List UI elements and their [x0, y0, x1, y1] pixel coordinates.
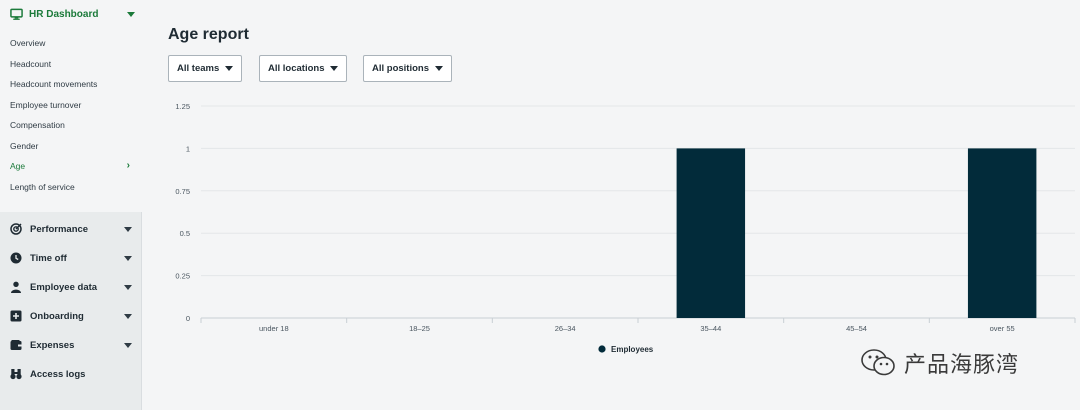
- y-tick-label: 0.5: [180, 229, 190, 238]
- y-tick-label: 1: [186, 144, 190, 153]
- x-axis: under 18 18–25 26–34 35–44 45–54 over 55: [200, 318, 1076, 333]
- x-tick-label: 35–44: [700, 324, 721, 333]
- watermark-text: 产品海豚湾: [904, 353, 1020, 378]
- x-tick-label: 45–54: [846, 324, 867, 333]
- y-tick-label: 0.75: [175, 187, 190, 196]
- x-tick-label: 18–25: [409, 324, 430, 333]
- chart-legend: Employees: [598, 345, 654, 354]
- bar-4: [676, 148, 746, 318]
- watermark: 产品海豚湾: [860, 345, 1060, 381]
- bar-6: [967, 148, 1037, 318]
- x-tick-label: under 18: [259, 324, 289, 333]
- wechat-icon: [861, 349, 895, 376]
- y-tick-label: 0.25: [175, 272, 190, 281]
- y-tick-label: 1.25: [175, 102, 190, 111]
- legend-label: Employees: [611, 345, 654, 354]
- legend-marker: [598, 345, 606, 353]
- y-axis-ticks: 0 0.25 0.5 0.75 1 1.25: [175, 102, 190, 323]
- chart-grid: [201, 105, 1075, 319]
- y-tick-label: 0: [186, 314, 190, 323]
- x-tick-label: over 55: [990, 324, 1015, 333]
- x-tick-label: 26–34: [555, 324, 576, 333]
